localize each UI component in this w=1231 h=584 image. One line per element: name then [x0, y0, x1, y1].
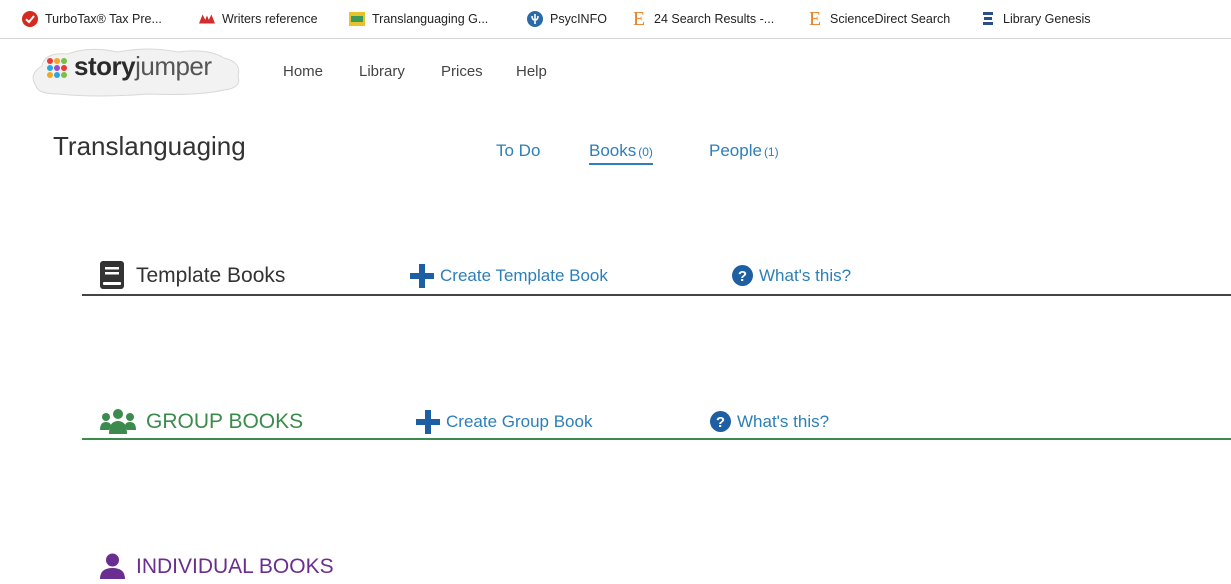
bookmark-label: ScienceDirect Search: [830, 12, 951, 26]
bookmark-translanguaging[interactable]: Translanguaging G...: [349, 10, 488, 28]
action-label: Create Template Book: [440, 266, 608, 285]
section-title-group-books: GROUP BOOKS: [146, 410, 304, 433]
tab-people[interactable]: People (1): [709, 141, 779, 161]
template-help-link[interactable]: ? What's this?: [732, 265, 851, 286]
elsevier-e-icon: E: [808, 7, 822, 30]
section-title-template-books: Template Books: [136, 264, 286, 287]
group-users-icon: [100, 408, 136, 439]
tab-label: People: [709, 141, 762, 160]
bookmark-sciencedirect[interactable]: E ScienceDirect Search: [807, 7, 951, 30]
create-template-book-button[interactable]: Create Template Book: [410, 264, 608, 288]
nav-help[interactable]: Help: [516, 63, 547, 80]
elsevier-e-icon: E: [632, 7, 646, 30]
psycinfo-icon: [527, 11, 543, 27]
bookmark-label: Writers reference: [222, 12, 318, 26]
library-genesis-icon: [980, 11, 996, 27]
question-circle-icon: ?: [710, 411, 731, 432]
bookmark-label: Library Genesis: [1003, 12, 1091, 26]
storyjumper-logo[interactable]: storyjumper: [28, 44, 244, 98]
plus-icon: [410, 264, 434, 288]
bookmark-search-results[interactable]: E 24 Search Results -...: [631, 7, 775, 30]
create-group-book-button[interactable]: Create Group Book: [416, 410, 592, 434]
help-label: What's this?: [737, 411, 830, 431]
group-divider: [82, 438, 1231, 440]
book-icon: [100, 261, 124, 294]
tab-to-do[interactable]: To Do: [496, 141, 542, 161]
tab-books[interactable]: Books (0): [589, 141, 653, 165]
bookmark-psycinfo[interactable]: PsycINFO: [527, 10, 607, 28]
svg-text:?: ?: [716, 414, 725, 431]
tab-count: (1): [763, 145, 779, 159]
writers-reference-icon: [199, 11, 215, 27]
svg-text:?: ?: [738, 268, 747, 285]
logo-wordmark: storyjumper: [74, 51, 212, 81]
help-label: What's this?: [759, 265, 852, 285]
individual-user-icon: [100, 553, 125, 584]
class-title: Translanguaging: [53, 131, 246, 161]
bookmark-turbotax[interactable]: TurboTax® Tax Pre...: [22, 10, 162, 28]
bookmarks-bar: TurboTax® Tax Pre... Writers reference T…: [0, 0, 1231, 39]
bookmark-label: 24 Search Results -...: [654, 12, 775, 26]
nav-library[interactable]: Library: [359, 63, 405, 80]
tab-label: To Do: [496, 141, 541, 160]
bookmark-library-genesis[interactable]: Library Genesis: [980, 10, 1091, 28]
group-help-link[interactable]: ? What's this?: [710, 411, 829, 432]
bookmark-label: PsycINFO: [550, 12, 607, 26]
template-divider: [82, 294, 1231, 296]
bookmark-label: Translanguaging G...: [372, 12, 489, 26]
logo-dots-icon: [46, 57, 68, 79]
nav-home[interactable]: Home: [283, 63, 323, 80]
tab-label: Books: [589, 141, 637, 160]
section-title-individual-books: INDIVIDUAL BOOKS: [136, 555, 334, 578]
translanguaging-icon: [349, 11, 365, 27]
bookmark-writers-reference[interactable]: Writers reference: [199, 10, 318, 28]
tab-count: (0): [638, 145, 653, 159]
nav-prices[interactable]: Prices: [441, 63, 483, 80]
bookmark-label: TurboTax® Tax Pre...: [45, 12, 162, 26]
plus-icon: [416, 410, 440, 434]
question-circle-icon: ?: [732, 265, 753, 286]
action-label: Create Group Book: [446, 412, 593, 431]
turbotax-check-icon: [22, 11, 38, 27]
